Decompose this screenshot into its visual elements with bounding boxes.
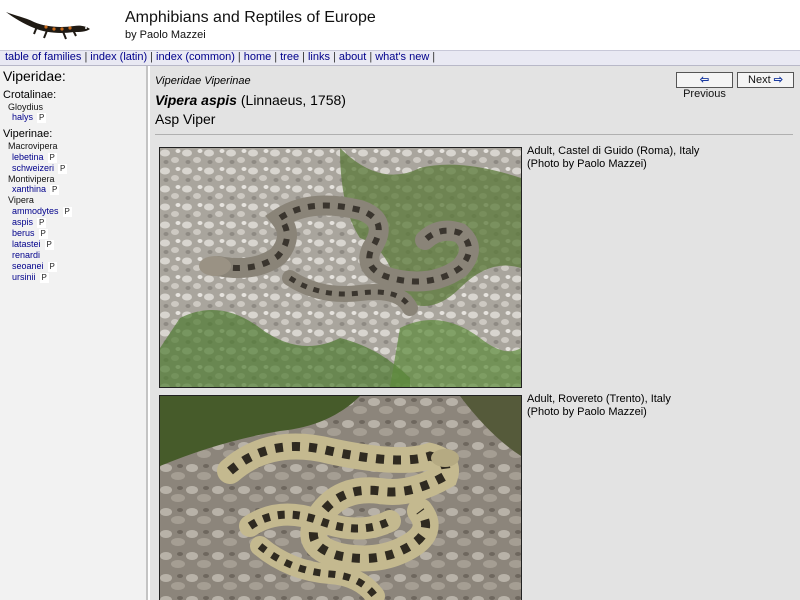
photo-2[interactable] xyxy=(159,395,522,600)
site-title: Amphibians and Reptiles of Europe xyxy=(125,9,376,26)
sidebar-species-item: seoanei P xyxy=(12,261,57,272)
photo-caption: Adult, Rovereto (Trento), Italy xyxy=(527,393,671,405)
photo-1-caption: Adult, Castel di Guido (Roma), Italy (Ph… xyxy=(527,145,699,171)
sidebar-genus-gloydius: Gloydius xyxy=(8,102,44,112)
sidebar: Viperidae: Crotalinae: Gloydius halys P V… xyxy=(0,66,148,600)
page-title: Vipera aspis (Linnaeus, 1758) xyxy=(155,92,346,108)
photo-badge: P xyxy=(50,185,60,195)
salamander-logo[interactable] xyxy=(2,2,92,46)
nav-table-of-families[interactable]: table of families xyxy=(5,51,81,63)
nav-tree[interactable]: tree xyxy=(280,51,299,63)
photo-credit: (Photo by Paolo Mazzei) xyxy=(527,406,647,418)
snake-photo-image xyxy=(160,396,521,600)
sidebar-species-item: schweizeri P xyxy=(12,163,68,174)
site-header: Amphibians and Reptiles of Europe by Pao… xyxy=(0,0,800,50)
sidebar-species-item: renardi xyxy=(12,250,40,260)
sidebar-family: Viperidae: xyxy=(3,68,66,84)
photo-badge: P xyxy=(47,262,57,272)
sidebar-species-latastei[interactable]: latastei xyxy=(12,239,41,249)
photo-badge: P xyxy=(47,153,57,163)
sidebar-species-seoanei[interactable]: seoanei xyxy=(12,261,44,271)
photo-badge: P xyxy=(37,218,47,228)
photo-badge: P xyxy=(44,240,54,250)
sidebar-species-ursinii[interactable]: ursinii xyxy=(12,272,36,282)
next-label: Next xyxy=(748,74,771,86)
photo-badge: P xyxy=(58,164,68,174)
photo-caption: Adult, Castel di Guido (Roma), Italy xyxy=(527,145,700,157)
sidebar-species-item: latastei P xyxy=(12,239,54,250)
photo-badge: P xyxy=(62,207,72,217)
sidebar-species-ammodytes[interactable]: ammodytes xyxy=(12,206,59,216)
snake-photo-image xyxy=(160,148,521,387)
arrow-left-icon: ⇦ xyxy=(699,74,710,86)
sidebar-genus-montivipera: Montivipera xyxy=(8,174,55,184)
sidebar-subfamily-viperinae: Viperinae: xyxy=(3,128,53,140)
photo-2-caption: Adult, Rovereto (Trento), Italy (Photo b… xyxy=(527,393,671,419)
previous-label: Previous xyxy=(683,88,726,100)
sidebar-species-lebetina[interactable]: lebetina xyxy=(12,152,44,162)
next-button[interactable]: Next ⇨ xyxy=(737,72,794,88)
arrow-right-icon: ⇨ xyxy=(773,74,783,86)
nav-links[interactable]: links xyxy=(308,51,330,63)
nav-about[interactable]: about xyxy=(339,51,367,63)
site-subtitle: by Paolo Mazzei xyxy=(125,29,206,41)
nav-index-latin[interactable]: index (latin) xyxy=(90,51,147,63)
nav-whats-new[interactable]: what's new xyxy=(375,51,429,63)
sidebar-species-schweizeri[interactable]: schweizeri xyxy=(12,163,54,173)
sidebar-species-item: lebetina P xyxy=(12,152,57,163)
photo-1[interactable] xyxy=(159,147,522,388)
photo-badge: P xyxy=(37,113,47,123)
photo-credit: (Photo by Paolo Mazzei) xyxy=(527,158,647,170)
sidebar-subfamily-crotalinae: Crotalinae: xyxy=(3,89,57,101)
nav-index-common[interactable]: index (common) xyxy=(156,51,235,63)
sidebar-species-item: berus P xyxy=(12,228,48,239)
photo-badge: P xyxy=(38,229,48,239)
breadcrumb: Viperidae Viperinae xyxy=(155,75,251,87)
sidebar-species-aspis[interactable]: aspis xyxy=(12,217,33,227)
top-nav: table of families | index (latin) | index (c… xyxy=(0,50,800,66)
main-content: Viperidae Viperinae Vipera aspis (Linnae… xyxy=(150,66,800,600)
previous-button[interactable]: ⇦ Previous xyxy=(676,72,733,100)
sidebar-species-item: halys P xyxy=(12,112,47,123)
sidebar-genus-macrovipera: Macrovipera xyxy=(8,141,58,151)
sidebar-genus-vipera: Vipera xyxy=(8,195,34,205)
sidebar-species-renardi[interactable]: renardi xyxy=(12,250,40,260)
sidebar-species-item: ursinii P xyxy=(12,272,49,283)
sidebar-species-item: aspis P xyxy=(12,217,47,228)
species-author: (Linnaeus, 1758) xyxy=(240,92,346,108)
photo-badge: P xyxy=(39,273,49,283)
nav-home[interactable]: home xyxy=(244,51,272,63)
sidebar-species-xanthina[interactable]: xanthina xyxy=(12,184,46,194)
species-name: Vipera aspis xyxy=(155,92,237,108)
sidebar-species-item: ammodytes P xyxy=(12,206,72,217)
sidebar-species-item: xanthina P xyxy=(12,184,60,195)
divider xyxy=(155,134,793,135)
sidebar-species-berus[interactable]: berus xyxy=(12,228,35,238)
common-name: Asp Viper xyxy=(155,111,216,127)
sidebar-species-halys[interactable]: halys xyxy=(12,112,33,122)
